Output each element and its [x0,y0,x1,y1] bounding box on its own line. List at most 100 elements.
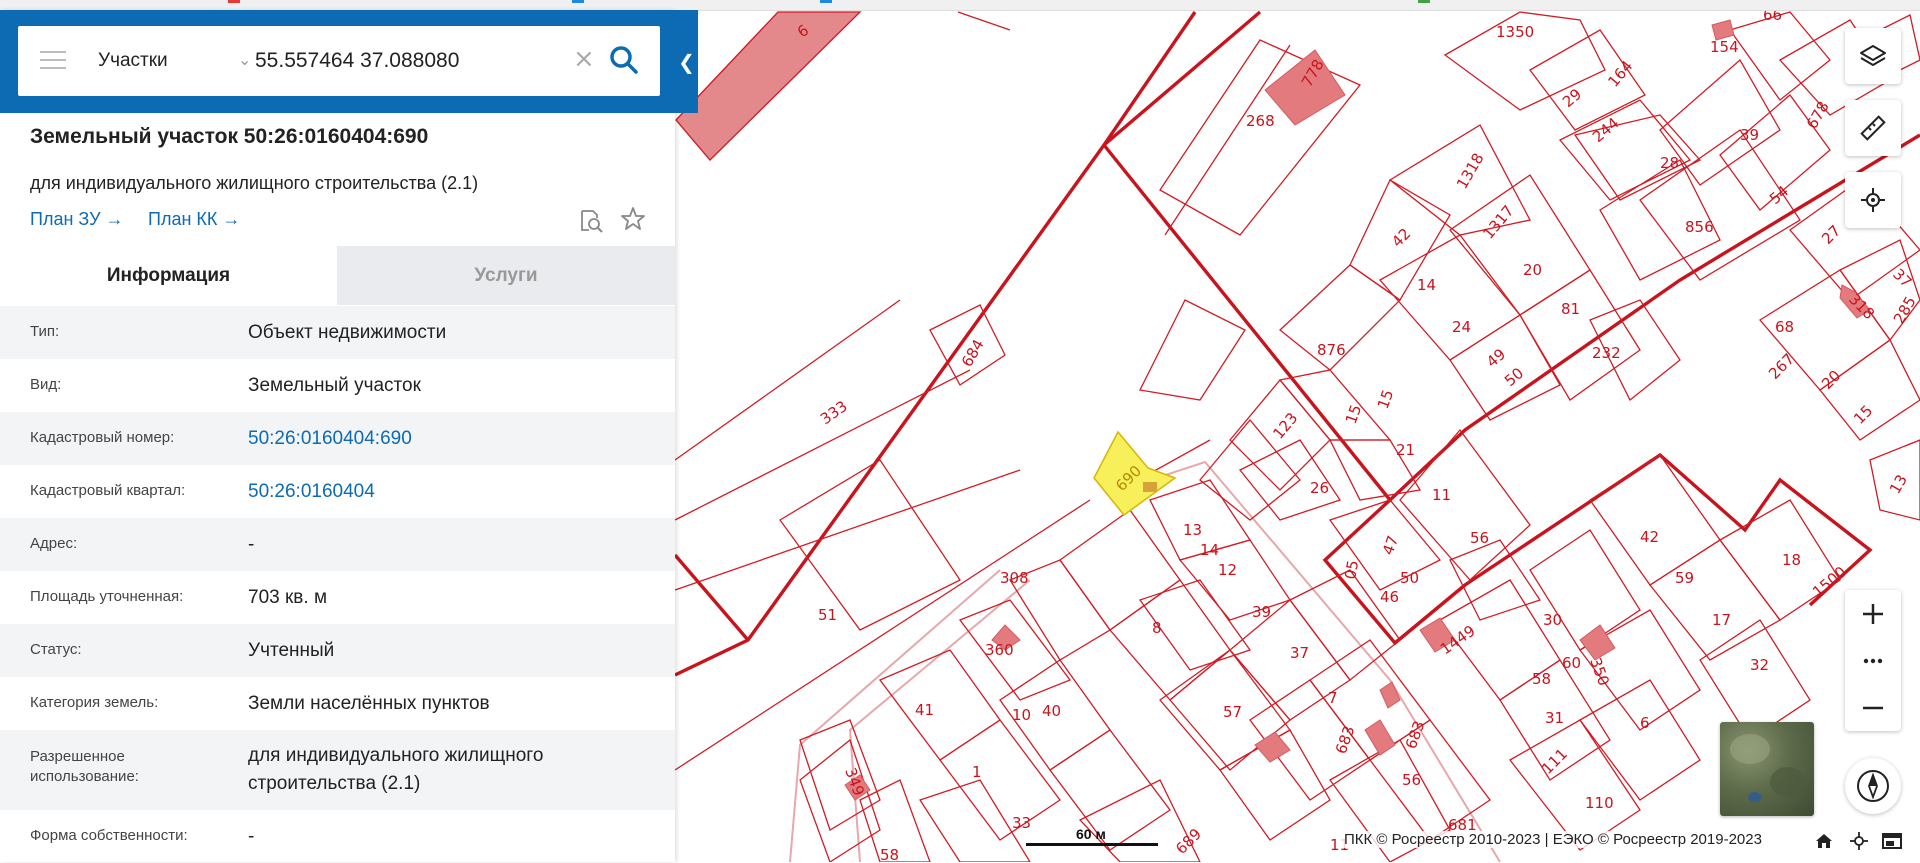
clear-icon[interactable]: × [573,44,595,74]
document-search-icon[interactable] [578,208,604,234]
parcel-subtitle: для индивидуального жилищного строительс… [30,173,479,193]
cadastral-number-link[interactable]: 50:26:0160404:690 [248,425,648,453]
more-icon [1863,658,1883,663]
svg-text:39: 39 [1740,126,1759,144]
svg-text:154: 154 [1710,38,1739,56]
zoom-controls [1845,590,1901,731]
svg-text:42: 42 [1388,225,1414,251]
building [1254,731,1291,763]
plan-zu-link[interactable]: План ЗУ → [30,209,124,230]
info-value: Учтенный [248,640,335,661]
svg-text:14: 14 [1417,276,1436,294]
category-select[interactable]: Участки ⌄ [98,26,258,96]
category-label: Участки [98,50,168,71]
svg-text:26: 26 [1310,479,1329,497]
svg-text:7: 7 [1328,689,1338,707]
svg-text:56: 56 [1402,771,1421,789]
map-attribution: ПКК © Росреестр 2010-2023 | ЕЭКО © Росре… [1340,831,1766,848]
satellite-minimap[interactable] [1720,722,1814,816]
svg-text:111: 111 [1538,745,1571,778]
plan-kk-link[interactable]: План КК → [148,209,240,230]
plan-kk-label: План КК [148,209,218,229]
crosshair-icon[interactable] [1850,832,1868,850]
svg-text:1318: 1318 [1453,150,1488,192]
star-icon[interactable] [620,206,646,232]
svg-text:14: 14 [1200,541,1219,559]
layers-button[interactable] [1845,28,1901,84]
search-icon[interactable] [608,44,640,76]
svg-text:29: 29 [1559,85,1585,111]
info-row-ownership: Форма собственности: - [0,810,675,863]
compass-button[interactable] [1845,758,1901,814]
svg-text:349: 349 [841,765,868,798]
svg-text:49: 49 [1483,345,1509,371]
svg-text:244: 244 [1589,114,1623,146]
info-key: Площадь уточненная: [30,588,184,605]
tab-indicator [572,0,584,3]
svg-text:68: 68 [1775,318,1794,336]
cadastral-quarter-link[interactable]: 50:26:0160404 [248,478,648,506]
search-input[interactable] [255,43,565,79]
building [1364,719,1396,756]
info-key: Тип: [30,323,60,340]
svg-text:683: 683 [1402,718,1429,751]
info-key: Разрешенное использование: [30,748,139,785]
info-value: Земельный участок [248,375,421,396]
svg-text:42: 42 [1640,528,1659,546]
svg-text:58: 58 [1532,670,1551,688]
parcel-line [674,369,971,521]
info-value: - [248,826,255,847]
svg-text:12: 12 [1218,561,1237,579]
svg-text:13: 13 [1183,521,1202,539]
svg-text:30: 30 [1543,611,1562,629]
svg-text:360: 360 [985,641,1014,659]
zoom-out-button[interactable] [1845,684,1901,731]
svg-text:24: 24 [1452,318,1471,336]
svg-text:20: 20 [1523,261,1542,279]
info-key: Форма собственности: [30,827,188,844]
svg-text:58: 58 [880,846,899,862]
collapse-panel-button[interactable]: ❮ [675,10,698,113]
menu-icon[interactable] [40,51,66,71]
ruler-button[interactable] [1845,100,1901,156]
tab-services[interactable]: Услуги [337,246,675,305]
info-panel: Участки ⌄ × ❮ Земельный участок 50:26:01… [0,10,698,863]
layers-icon [1860,45,1886,66]
info-key: Кадастровый квартал: [30,482,186,499]
svg-text:110: 110 [1585,794,1614,812]
svg-text:17: 17 [1712,611,1731,629]
info-key: Категория земель: [30,694,159,711]
svg-text:308: 308 [1000,569,1029,587]
tab-information[interactable]: Информация [0,246,337,305]
svg-text:39: 39 [1252,603,1271,621]
chevron-left-icon: ❮ [678,49,695,74]
svg-text:13: 13 [1886,471,1911,497]
svg-text:15: 15 [1342,402,1365,426]
building [1379,681,1401,709]
info-value: Объект недвижимости [248,322,447,343]
info-row-status: Статус: Учтенный [0,624,675,677]
info-row-type: Тип: Объект недвижимости [0,306,675,359]
search-box: Участки ⌄ × [18,26,660,96]
tab-indicator [228,0,240,3]
svg-text:876: 876 [1317,341,1346,359]
svg-text:50: 50 [1400,569,1419,587]
arrow-right-icon: → [222,209,241,229]
svg-text:8: 8 [1152,619,1162,637]
tab-indicator [820,0,832,3]
info-table: Тип: Объект недвижимости Вид: Земельный … [0,306,675,863]
svg-text:40: 40 [1042,702,1061,720]
svg-text:32: 32 [1750,656,1769,674]
info-value: Земли населённых пунктов [248,693,490,714]
road-outline [1119,460,1501,862]
more-button[interactable] [1845,637,1901,684]
info-row-address: Адрес: - [0,518,675,571]
zoom-in-button[interactable] [1845,590,1901,637]
window-icon[interactable] [1882,832,1902,850]
locate-button[interactable] [1845,172,1901,228]
home-icon[interactable] [1815,832,1833,850]
compass-icon [1857,770,1889,802]
svg-text:15: 15 [1850,402,1876,428]
info-row-permitted-use: Разрешенное использование: для индивидуа… [0,730,675,810]
ruler-icon [1860,115,1886,141]
